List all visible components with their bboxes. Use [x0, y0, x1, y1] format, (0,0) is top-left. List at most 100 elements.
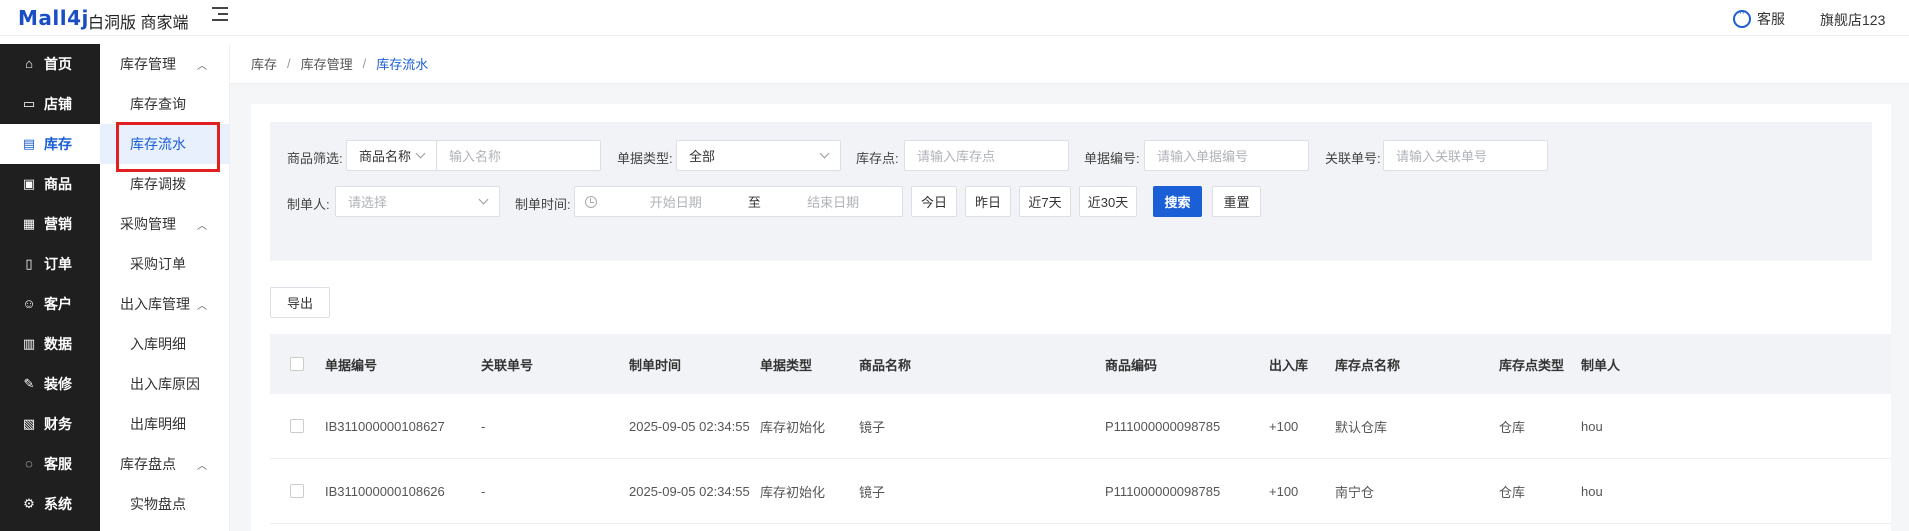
last-7-days-button[interactable]: 近7天 [1019, 186, 1071, 217]
reset-button[interactable]: 重置 [1212, 186, 1261, 217]
store-name[interactable]: 旗舰店123 [1820, 10, 1885, 30]
main-content: 库存 / 库存管理 / 库存流水 商品筛选: 商品名称 输入名称 单据类型: 全… [230, 44, 1909, 531]
export-button[interactable]: 导出 [270, 287, 330, 318]
table-row[interactable]: IB311000000108627 - 2025-09-05 02:34:55 库存初… [270, 394, 1891, 459]
subnav-item[interactable]: 实物盘点 [100, 484, 229, 524]
sidebar-item[interactable]: ▭ 店铺 [0, 84, 100, 124]
creator-select[interactable]: 请选择 [335, 186, 500, 217]
sidebar-item[interactable]: ⌂ 首页 [0, 44, 100, 84]
user-icon: ☺ [22, 296, 36, 311]
logo[interactable]: Mall4j [18, 6, 89, 30]
subnav-group[interactable]: 库存管理 ︿ [100, 44, 229, 84]
today-button[interactable]: 今日 [911, 186, 957, 217]
customer-service-link[interactable]: 客服 [1733, 7, 1785, 29]
row-checkbox[interactable] [290, 484, 304, 498]
home-icon: ⌂ [25, 56, 33, 71]
sidebar-item[interactable]: ▦ 营销 [0, 204, 100, 244]
sidebar-item[interactable]: ▧ 财务 [0, 404, 100, 444]
breadcrumb-item-inventory[interactable]: 库存 [251, 54, 277, 73]
row-checkbox[interactable] [290, 419, 304, 433]
sidebar-item[interactable]: ▯ 订单 [0, 244, 100, 284]
end-date-input[interactable]: 结束日期 [764, 192, 902, 211]
subnav-item[interactable]: 出库明细 [100, 404, 229, 444]
sidebar-item[interactable]: ☺ 客户 [0, 284, 100, 324]
column-header: 库存点类型 [1499, 357, 1565, 373]
secondary-sidebar: 库存管理 ︿ 库存查询 库存流水 库存调拨 采购管理 ︿ 采购订单 出入库管理 ︿ 入库明细 出入库原… [100, 44, 230, 531]
related-no-input[interactable]: 请输入关联单号 [1383, 140, 1548, 171]
subnav-item[interactable]: 出入库原因 [100, 364, 229, 404]
table-cell: 默认仓库 [1335, 419, 1388, 435]
breadcrumb-item-inventory-management[interactable]: 库存管理 [301, 54, 353, 73]
sidebar-item[interactable]: ▤ 库存 [0, 124, 100, 164]
table-row[interactable]: IB311000000108626 - 2025-09-05 02:34:55 库存初… [270, 459, 1891, 524]
menu-collapse-icon[interactable] [212, 7, 230, 25]
last-30-days-button[interactable]: 近30天 [1079, 186, 1137, 217]
sidebar-item-label: 库存 [44, 136, 72, 152]
subnav-item[interactable]: 入库明细 [100, 324, 229, 364]
product-icon: ▣ [22, 176, 36, 191]
column-header: 库存点名称 [1335, 357, 1401, 373]
sidebar-item[interactable]: ✎ 装修 [0, 364, 100, 404]
sidebar-item-label: 首页 [44, 56, 72, 72]
column-header: 单据编号 [325, 357, 378, 373]
stock-point-input[interactable]: 请输入库存点 [904, 140, 1069, 171]
decorate-icon: ✎ [23, 376, 35, 391]
breadcrumb-item-current: 库存流水 [376, 57, 429, 72]
product-filter-label: 商品筛选: [287, 151, 343, 166]
stock-point-label: 库存点: [856, 151, 899, 166]
related-no-label: 关联单号: [1325, 151, 1381, 166]
table-cell: - [481, 418, 486, 434]
subnav-group[interactable]: 出入库管理 ︿ [100, 284, 229, 324]
subnav-group-label: 库存盘点 [120, 456, 176, 472]
sidebar-item[interactable]: ◌ 客服 [0, 444, 100, 484]
chat-bubble-icon [1733, 7, 1751, 28]
column-header: 制单人 [1581, 357, 1621, 373]
doc-no-label: 单据编号: [1084, 151, 1140, 166]
product-filter-select[interactable]: 商品名称 [346, 140, 437, 171]
doc-no-input[interactable]: 请输入单据编号 [1144, 140, 1309, 171]
select-all-checkbox[interactable] [290, 357, 304, 371]
chart-icon: ▥ [22, 336, 36, 351]
sidebar-item[interactable]: ▥ 数据 [0, 324, 100, 364]
sidebar-item-label: 营销 [44, 216, 72, 232]
column-header: 出入库 [1269, 357, 1309, 373]
table-cell: +100 [1269, 418, 1299, 434]
table-cell: hou [1581, 418, 1603, 434]
subnav-group-label: 库存管理 [120, 56, 176, 72]
table-cell: 库存初始化 [760, 484, 826, 500]
subnav-item[interactable]: 库存查询 [100, 84, 229, 124]
subnav-item[interactable]: 库存流水 [100, 122, 229, 172]
product-name-input[interactable]: 输入名称 [436, 140, 601, 171]
column-header: 单据类型 [760, 357, 813, 373]
date-range-picker[interactable]: 开始日期 至 结束日期 [574, 186, 903, 217]
subnav-group-label: 采购管理 [120, 216, 176, 232]
table-cell: P111000000098785 [1105, 483, 1221, 499]
table-cell: 仓库 [1499, 419, 1526, 435]
sidebar-item[interactable]: ⚙ 系统 [0, 484, 100, 524]
time-label: 制单时间: [515, 197, 571, 212]
table-cell: +100 [1269, 483, 1299, 499]
sidebar-item-label: 系统 [44, 496, 72, 512]
doc-type-select[interactable]: 全部 [676, 140, 841, 171]
search-button[interactable]: 搜索 [1153, 186, 1202, 217]
sidebar-item[interactable]: ▣ 商品 [0, 164, 100, 204]
sidebar-item-label: 店铺 [44, 96, 72, 112]
table-cell: - [481, 483, 486, 499]
subnav-group[interactable]: 采购管理 ︿ [100, 204, 229, 244]
sidebar-item-label: 客户 [44, 296, 72, 312]
yesterday-button[interactable]: 昨日 [965, 186, 1011, 217]
sidebar-item-label: 客服 [44, 456, 72, 472]
sidebar-item-label: 订单 [44, 256, 72, 272]
table-cell: 仓库 [1499, 484, 1526, 500]
table-cell: 南宁仓 [1335, 484, 1375, 500]
table-cell: 镜子 [859, 419, 886, 435]
chevron-up-icon: ︿ [197, 460, 207, 472]
column-header: 制单时间 [629, 357, 682, 373]
settings-icon: ⚙ [23, 496, 35, 511]
start-date-input[interactable]: 开始日期 [607, 192, 745, 211]
subnav-item[interactable]: 采购订单 [100, 244, 229, 284]
subnav-group[interactable]: 库存盘点 ︿ [100, 444, 229, 484]
breadcrumb-separator: / [287, 56, 291, 71]
table-cell: 2025-09-05 02:34:55 [629, 483, 750, 499]
chevron-down-icon [478, 194, 489, 205]
